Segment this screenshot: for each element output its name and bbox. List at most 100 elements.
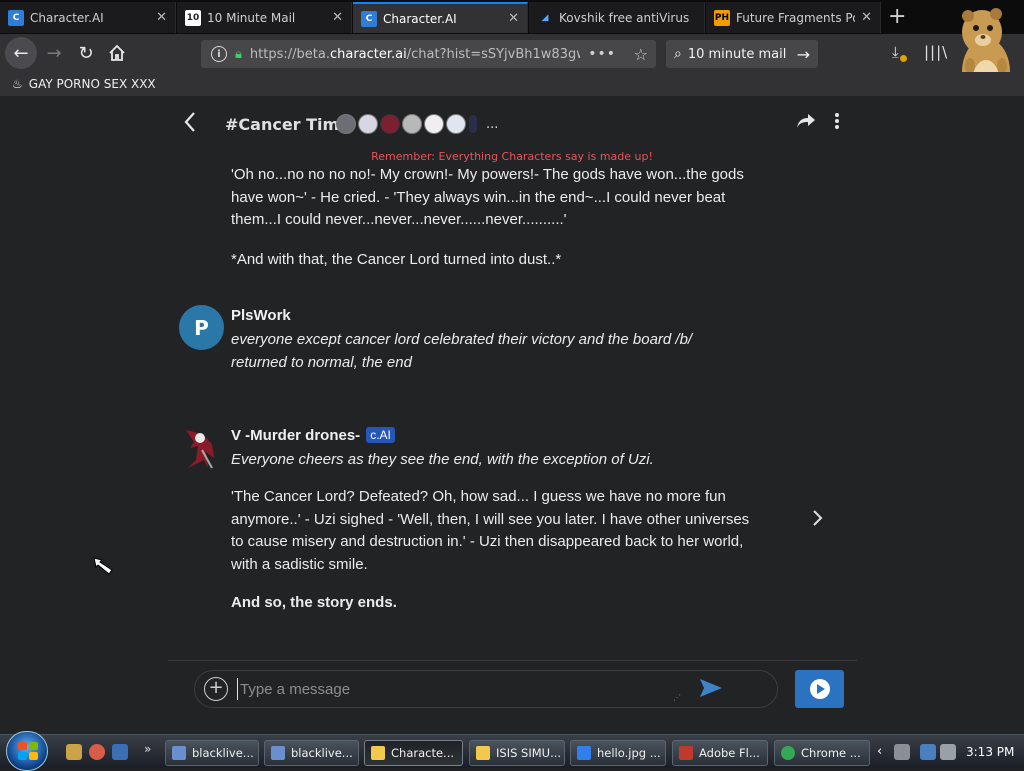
play-circle-icon	[809, 679, 830, 699]
message-text: 'Oh no...no no no no!- My crown!- My pow…	[231, 168, 744, 228]
message-input-box[interactable]: + ⋰	[194, 670, 778, 708]
clock[interactable]: 3:13 PM	[966, 745, 1014, 759]
quick-launch-icon[interactable]	[89, 744, 105, 760]
windows-taskbar: » blacklive... blacklive... Characte... …	[0, 731, 1024, 771]
new-tab-plus-icon[interactable]: +	[888, 4, 906, 29]
message-closing-text: And so, the story ends.	[231, 594, 397, 611]
bookmark-link[interactable]: GAY PORNO SEX XXX	[29, 77, 156, 91]
chat-header: #Cancer Time ... Remember: Everything Ch…	[0, 96, 1024, 163]
app-icon	[271, 746, 285, 760]
taskbar-button[interactable]: hello.jpg ...	[570, 740, 666, 766]
resize-handle-icon[interactable]: ⋰	[673, 693, 681, 702]
disclaimer-text: Remember: Everything Characters say is m…	[371, 150, 653, 163]
tray-icon[interactable]	[894, 744, 910, 760]
app-icon	[476, 746, 490, 760]
volume-icon[interactable]	[940, 744, 956, 760]
show-desktop-icon[interactable]	[112, 744, 128, 760]
avatar[interactable]: P	[179, 305, 224, 350]
app-icon	[172, 746, 186, 760]
character-ai-page: #Cancer Time ... Remember: Everything Ch…	[0, 96, 1024, 734]
search-icon: ⌕	[674, 46, 682, 62]
taskbar-button[interactable]: ISIS SIMU...	[469, 740, 565, 766]
more-participants[interactable]: ...	[486, 117, 498, 132]
close-icon[interactable]: ✕	[508, 11, 519, 26]
tab-title: Character.AI	[383, 11, 457, 26]
tab-title: Future Fragments Po	[736, 10, 856, 25]
quick-launch-icon[interactable]	[66, 744, 82, 760]
participant-avatars[interactable]: ...	[336, 114, 498, 134]
windows-logo-icon	[18, 742, 38, 760]
taskbar-button[interactable]: Adobe Fl...	[672, 740, 768, 766]
ten-minute-mail-favicon-icon: 10	[185, 9, 201, 26]
taskbar-button-active[interactable]: Characte...	[364, 740, 463, 766]
bookmarks-toolbar: ♨ GAY PORNO SEX XXX	[0, 72, 1024, 96]
send-icon[interactable]	[699, 677, 723, 703]
url-text[interactable]: https://beta.character.ai/chat?hist=sSYj…	[250, 47, 580, 62]
address-bar[interactable]: i 🔒︎ https://beta.character.ai/chat?hist…	[201, 40, 656, 68]
app-icon	[679, 746, 693, 760]
chevron-left-icon[interactable]	[183, 111, 197, 139]
app-icon	[371, 746, 385, 760]
message-list[interactable]: 'Oh no...no no no no!- My crown!- My pow…	[0, 168, 1024, 658]
search-text[interactable]: 10 minute mail	[688, 47, 787, 62]
avatar[interactable]	[178, 424, 224, 470]
more-options-icon[interactable]	[834, 112, 840, 135]
message-author[interactable]: V -Murder drones-c.AI	[231, 427, 395, 444]
message-composer: + ⋰	[168, 660, 857, 734]
tab-character-ai-active[interactable]: C Character.AI ✕	[353, 2, 528, 33]
chevron-right-icon[interactable]	[812, 508, 824, 532]
character-ai-favicon-icon: C	[8, 9, 24, 26]
close-icon[interactable]: ✕	[332, 10, 343, 25]
network-icon[interactable]	[920, 744, 936, 760]
tab-title: Character.AI	[30, 10, 104, 25]
page-actions-ellipsis-icon[interactable]: •••	[588, 46, 616, 62]
message-author[interactable]: PlsWork	[231, 307, 291, 324]
tab-ten-minute-mail[interactable]: 10 10 Minute Mail ✕	[177, 2, 352, 33]
quick-launch-chevron-icon[interactable]: »	[144, 742, 151, 756]
back-arrow-icon[interactable]: ←	[5, 37, 37, 69]
share-icon[interactable]	[796, 113, 816, 134]
mouse-cursor-icon	[92, 556, 116, 580]
kovshik-favicon-icon: ◢	[541, 12, 549, 23]
search-bar[interactable]: ⌕ 10 minute mail →	[666, 40, 818, 68]
participant-avatar	[424, 114, 444, 134]
voice-button[interactable]	[795, 670, 844, 708]
bookmark-favicon-icon: ♨	[12, 77, 23, 91]
library-icon[interactable]: |||\	[924, 43, 948, 61]
app-icon	[577, 746, 591, 760]
bookmark-star-icon[interactable]: ☆	[634, 45, 648, 64]
message-text: everyone except cancer lord celebrated t…	[231, 331, 693, 371]
participant-avatar	[336, 114, 356, 134]
search-go-arrow-icon[interactable]: →	[797, 45, 810, 64]
chat-title[interactable]: #Cancer Time	[225, 115, 350, 134]
tab-title: 10 Minute Mail	[207, 10, 296, 25]
tab-character-ai-1[interactable]: C Character.AI ✕	[0, 2, 176, 33]
participant-avatar	[468, 114, 478, 134]
participant-avatar	[358, 114, 378, 134]
download-icon[interactable]: ⤓	[892, 43, 907, 62]
close-icon[interactable]: ✕	[861, 10, 872, 25]
taskbar-button[interactable]: Chrome ...	[774, 740, 870, 766]
cai-badge: c.AI	[366, 427, 395, 443]
taskbar-button[interactable]: blacklive...	[165, 740, 259, 766]
info-icon[interactable]: i	[211, 46, 227, 62]
add-plus-icon[interactable]: +	[204, 677, 228, 701]
browser-toolbar: ← → ↻ i 🔒︎ https://beta.character.ai/cha…	[0, 34, 1024, 72]
tab-kovshik[interactable]: ◢ Kovshik free antiVirus	[529, 2, 705, 33]
reload-icon[interactable]: ↻	[72, 39, 100, 67]
participant-avatar	[402, 114, 422, 134]
home-icon[interactable]	[103, 39, 131, 67]
ph-favicon-icon: PH	[714, 9, 730, 26]
tray-expand-icon[interactable]: ‹	[877, 744, 882, 759]
message-input[interactable]	[237, 678, 657, 700]
close-icon[interactable]: ✕	[156, 10, 167, 25]
browser-tab-bar: C Character.AI ✕ 10 10 Minute Mail ✕ C C…	[0, 0, 1024, 34]
taskbar-button[interactable]: blacklive...	[264, 740, 359, 766]
message-text: 'The Cancer Lord? Defeated? Oh, how sad.…	[231, 488, 750, 573]
character-ai-favicon-icon: C	[361, 10, 377, 27]
start-button[interactable]	[6, 731, 48, 771]
lock-icon[interactable]: 🔒︎	[235, 47, 242, 62]
message-text: *And with that, the Cancer Lord turned i…	[231, 251, 562, 268]
tab-future-fragments[interactable]: PH Future Fragments Po ✕	[706, 2, 881, 33]
forward-arrow-icon[interactable]: →	[40, 39, 68, 67]
